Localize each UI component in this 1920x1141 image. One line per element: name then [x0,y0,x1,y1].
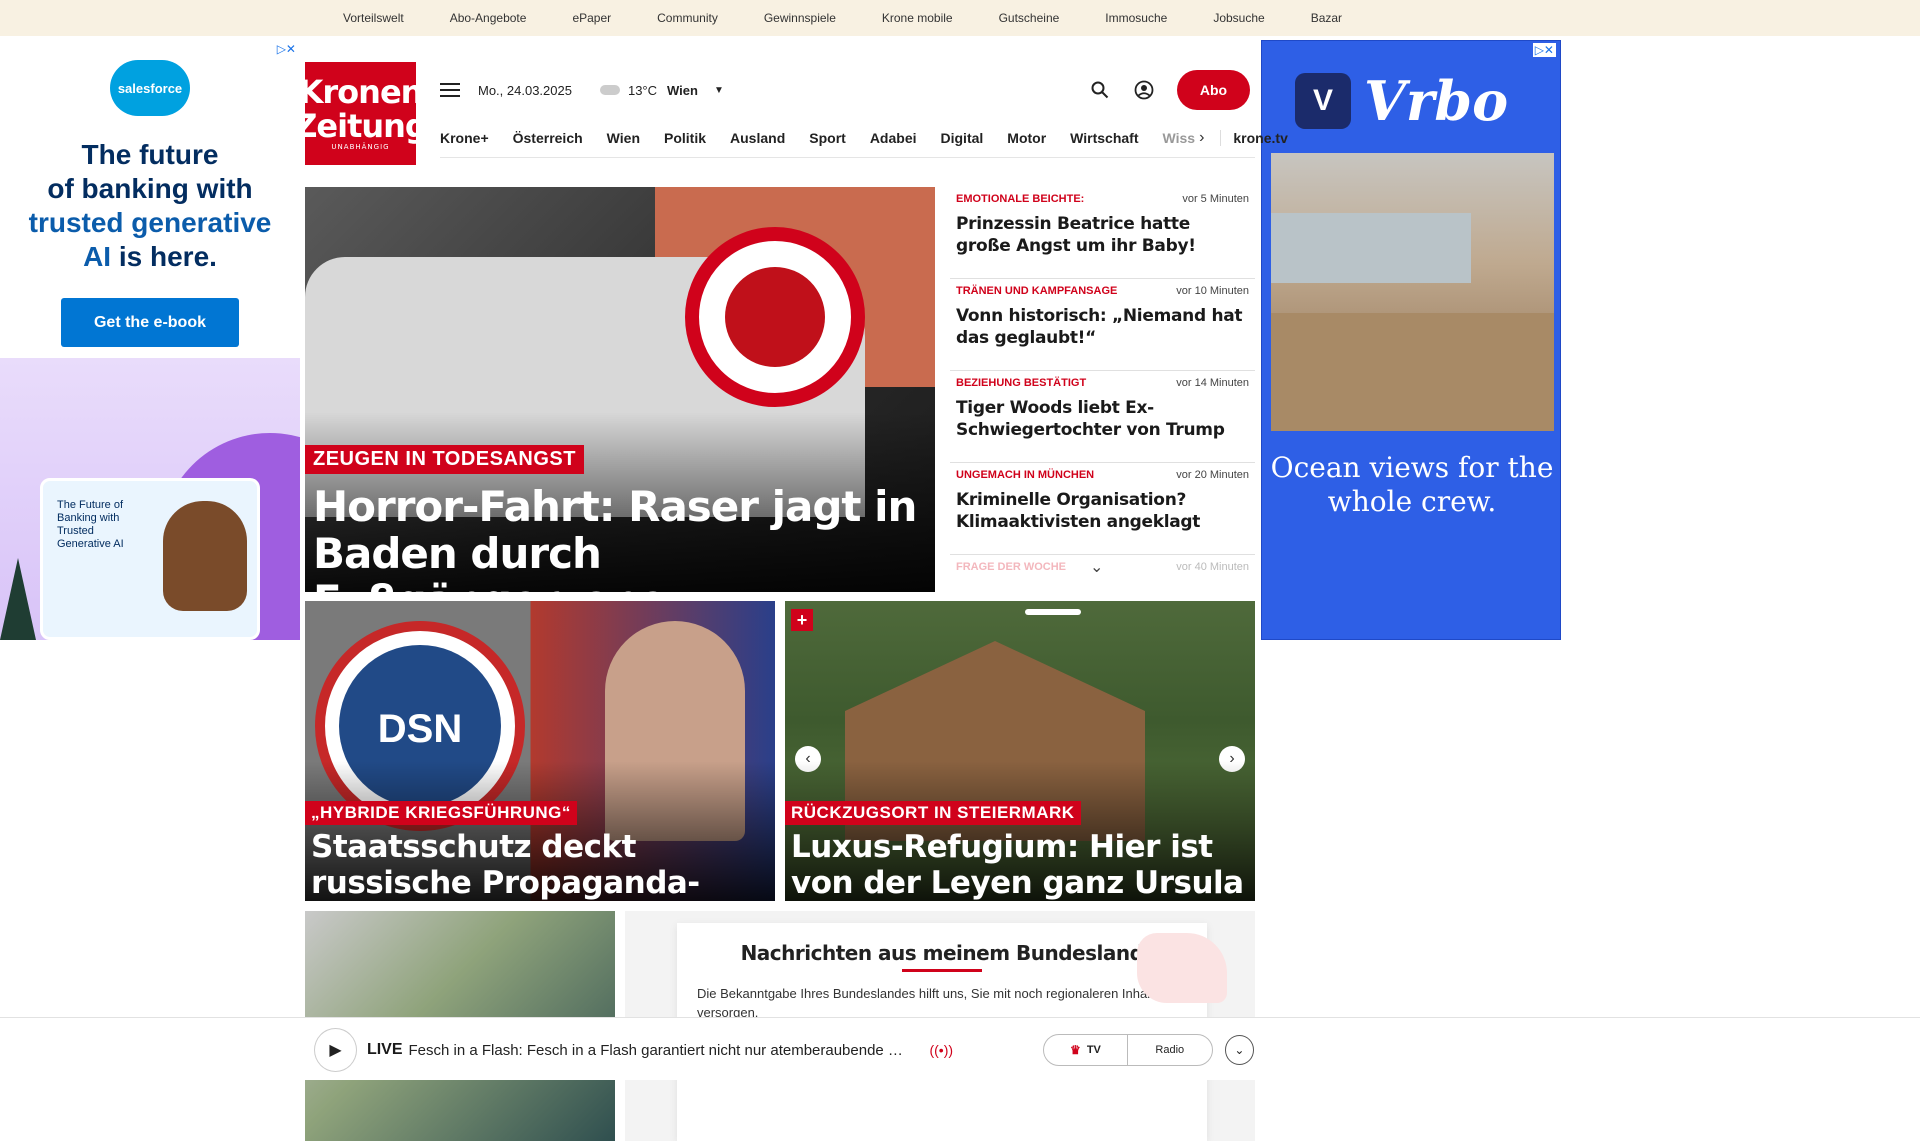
ad-tagline: Ocean views for the whole crew. [1270,451,1554,518]
broadcast-icon: ((•)) [929,1042,954,1058]
kronen-zeitung-logo[interactable]: Kronen Zeitung UNABHÄNGIG [294,62,428,165]
article-title[interactable]: Staatsschutz deckt russische Propaganda-… [311,829,771,901]
topbar-link-epaper[interactable]: ePaper [572,11,611,25]
nav-item-sport[interactable]: Sport [809,130,846,146]
nav-item-digital[interactable]: Digital [941,130,984,146]
tv-option[interactable]: ♛ TV [1044,1035,1128,1065]
nav-item-adabei[interactable]: Adabei [870,130,917,146]
austria-map-icon [1137,933,1227,1003]
ad-photo [1271,153,1554,431]
utility-bar: Vorteilswelt Abo-Angebote ePaper Communi… [0,0,1920,36]
ad-vrbo[interactable]: ▷✕ V Vrbo Ocean views for the whole crew… [1261,40,1561,640]
ad-salesforce[interactable]: ▷✕ salesforce The future of banking with… [0,38,300,640]
vrbo-logo-icon: V [1295,73,1351,129]
abo-button[interactable]: Abo [1177,70,1250,110]
live-title[interactable]: Fesch in a Flash: Fesch in a Flash garan… [409,1042,916,1059]
topbar-link-abo-angebote[interactable]: Abo-Angebote [450,11,527,25]
nav-item-wien[interactable]: Wien [607,130,640,146]
topbar-link-jobsuche[interactable]: Jobsuche [1213,11,1264,25]
mascot-image [163,501,247,611]
article-title[interactable]: Luxus-Refugium: Hier ist von der Leyen g… [791,829,1251,901]
radio-option[interactable]: Radio [1128,1035,1212,1065]
hero-kicker: ZEUGEN IN TODESANGST [305,445,584,474]
news-ticker: EMOTIONALE BEICHTE: vor 5 Minuten Prinze… [950,187,1255,592]
get-ebook-button[interactable]: Get the e-book [61,298,239,347]
vrbo-wordmark: Vrbo [1364,69,1509,133]
bundesland-heading: Nachrichten aus meinem Bundesland [740,941,1144,965]
slider-indicator [1025,609,1081,615]
adchoices-icon[interactable]: ▷✕ [277,42,296,56]
temperature: 13°C [627,82,658,98]
salesforce-logo: salesforce [110,60,190,116]
header-bar: Mo., 24.03.2025 13°C Wien ▼ Abo [440,68,1250,112]
nav-item-wirtschaft[interactable]: Wirtschaft [1070,130,1138,146]
city-selector[interactable]: Wien [667,83,698,98]
nav-item-krone-tv[interactable]: krone.tv [1220,129,1288,146]
main-nav: Krone+ Österreich Wien Politik Ausland S… [440,118,1288,158]
nav-item-motor[interactable]: Motor [1007,130,1046,146]
topbar-link-community[interactable]: Community [657,11,718,25]
topbar-link-vorteilswelt[interactable]: Vorteilswelt [343,11,404,25]
adchoices-icon[interactable]: ▷✕ [1532,43,1556,57]
play-icon[interactable]: ▶ [314,1028,357,1072]
crown-icon: ♛ [1070,1043,1081,1057]
article-kicker: „HYBRIDE KRIEGSFÜHRUNG“ [305,801,577,825]
ticker-item[interactable]: UNGEMACH IN MÜNCHEN vor 20 Minuten Krimi… [950,463,1255,555]
menu-icon[interactable] [440,83,460,97]
police-sign [685,227,865,407]
live-player-bar: ▶ LIVE Fesch in a Flash: Fesch in a Flas… [0,1017,1920,1080]
ad-headline: The future of banking with trusted gener… [28,139,272,272]
nav-item-oesterreich[interactable]: Österreich [513,130,583,146]
ebook-cover: The Future of Banking with Trusted Gener… [40,478,260,640]
user-account-icon[interactable] [1133,79,1155,101]
nav-item-ausland[interactable]: Ausland [730,130,785,146]
current-date: Mo., 24.03.2025 [478,82,572,98]
topbar-link-krone-mobile[interactable]: Krone mobile [882,11,953,25]
tv-radio-toggle[interactable]: ♛ TV Radio [1043,1034,1213,1066]
ticker-item[interactable]: TRÄNEN UND KAMPFANSAGE vor 10 Minuten Vo… [950,279,1255,371]
article-card-staatsschutz[interactable]: DSN „HYBRIDE KRIEGSFÜHRUNG“ Staatsschutz… [305,601,775,901]
nav-next-arrow-icon[interactable]: › [1199,129,1204,147]
nav-item-kroneplus[interactable]: Krone+ [440,130,489,146]
chevron-down-icon[interactable]: ⌄ [1224,1035,1255,1065]
chevron-down-icon[interactable]: ⌄ [1090,557,1103,577]
ticker-item[interactable]: BEZIEHUNG BESTÄTIGT vor 14 Minuten Tiger… [950,371,1255,463]
hero-article[interactable]: ZEUGEN IN TODESANGST Horror-Fahrt: Raser… [305,187,935,592]
ticker-item[interactable]: EMOTIONALE BEICHTE: vor 5 Minuten Prinze… [950,187,1255,279]
topbar-link-gutscheine[interactable]: Gutscheine [999,11,1060,25]
topbar-link-bazar[interactable]: Bazar [1311,11,1342,25]
live-label: LIVE [366,1041,403,1058]
article-kicker: RÜCKZUGSORT IN STEIERMARK [785,801,1081,825]
krone-plus-icon: + [791,609,813,631]
hero-title[interactable]: Horror-Fahrt: Raser jagt in Baden durch … [313,483,923,592]
nav-item-wissen[interactable]: Wiss [1163,130,1196,146]
search-icon[interactable] [1089,79,1111,101]
topbar-link-gewinnspiele[interactable]: Gewinnspiele [764,11,836,25]
cloud-icon [599,85,620,95]
nav-item-politik[interactable]: Politik [664,130,706,146]
article-card-luxus-refugium[interactable]: + ‹ › RÜCKZUGSORT IN STEIERMARK Luxus-Re… [785,601,1255,901]
chevron-down-icon[interactable]: ▼ [714,85,724,96]
topbar-link-immosuche[interactable]: Immosuche [1105,11,1167,25]
